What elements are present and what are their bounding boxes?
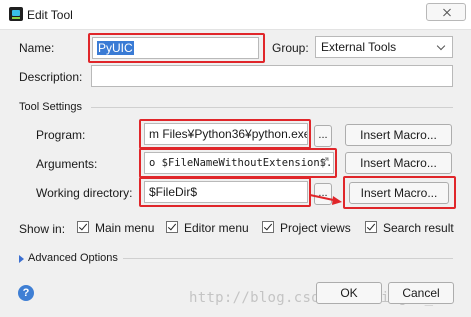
- tool-settings-heading: Tool Settings: [19, 101, 82, 113]
- search-result-label: Search result: [383, 221, 454, 235]
- editor-menu-label: Editor menu: [184, 221, 249, 235]
- insert-macro-highlight-box: [343, 176, 456, 209]
- chevron-down-icon: [436, 41, 446, 51]
- pycharm-app-icon: [9, 7, 23, 21]
- main-menu-label: Main menu: [95, 221, 155, 235]
- group-select[interactable]: External Tools: [315, 36, 453, 58]
- ok-button[interactable]: OK: [316, 282, 382, 304]
- project-views-checkbox[interactable]: [262, 221, 274, 233]
- window-title: Edit Tool: [27, 8, 73, 22]
- search-result-checkbox[interactable]: [365, 221, 377, 233]
- working-dir-highlight-box: [139, 177, 311, 207]
- name-highlight-box: [88, 33, 265, 63]
- advanced-divider: [123, 258, 453, 259]
- help-icon[interactable]: ?: [18, 285, 34, 301]
- cancel-button[interactable]: Cancel: [388, 282, 454, 304]
- expand-arrow-icon[interactable]: [19, 255, 24, 263]
- description-input[interactable]: [91, 65, 453, 87]
- group-label: Group:: [272, 41, 309, 55]
- program-label: Program:: [36, 128, 86, 142]
- editor-menu-checkbox[interactable]: [166, 221, 178, 233]
- program-insert-macro-button[interactable]: Insert Macro...: [345, 124, 452, 146]
- title-bar: Edit Tool: [0, 0, 471, 30]
- arguments-insert-macro-button[interactable]: Insert Macro...: [345, 152, 452, 174]
- advanced-options-toggle[interactable]: Advanced Options: [28, 252, 118, 264]
- program-highlight-box: [139, 119, 311, 149]
- group-select-value: External Tools: [321, 40, 397, 54]
- arguments-label: Arguments:: [36, 157, 98, 171]
- program-browse-button[interactable]: ...: [314, 125, 332, 147]
- red-arrow-icon: [309, 194, 342, 205]
- close-icon[interactable]: [426, 3, 466, 21]
- working-dir-label: Working directory:: [36, 186, 133, 200]
- show-in-label: Show in:: [19, 222, 66, 236]
- arguments-highlight-box: [139, 148, 337, 178]
- section-divider: [91, 107, 453, 108]
- main-menu-checkbox[interactable]: [77, 221, 89, 233]
- description-label: Description:: [19, 70, 83, 84]
- project-views-label: Project views: [280, 221, 351, 235]
- name-label: Name:: [19, 41, 55, 55]
